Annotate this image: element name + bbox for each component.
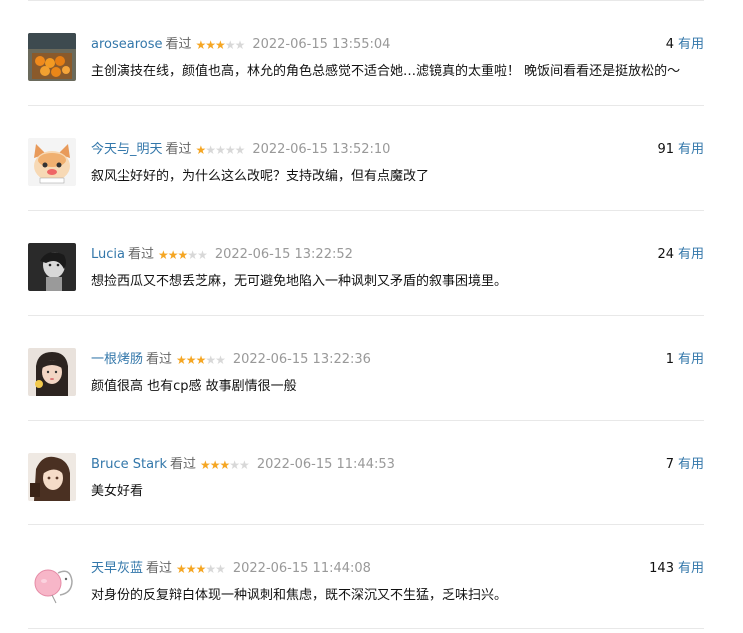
watch-status: 看过	[146, 352, 173, 367]
rating-stars: ★★★★★	[199, 458, 250, 472]
useful-button[interactable]: 有用	[678, 457, 704, 472]
comment-info: arosearose 看过 ★★★★★ 2022-06-15 13:55:04	[91, 36, 390, 55]
username-link[interactable]: arosearose	[91, 37, 163, 52]
votes: 24 有用	[657, 246, 704, 264]
rating-stars: ★★★★★	[176, 562, 226, 576]
oranges-avatar[interactable]	[28, 33, 76, 81]
comment-text: 主创演技在线，颜值也高，林允的角色总感觉不适合她…滤镜真的太重啦！ 晚饭间看看还…	[91, 64, 681, 79]
rating-stars: ★★★★★	[195, 143, 246, 157]
comment-text: 对身份的反复辩白体现一种讽刺和焦虑，既不深沉又不生猛，乏味扫兴。	[91, 588, 508, 603]
girl-avatar[interactable]	[28, 348, 76, 396]
comment-time: 2022-06-15 11:44:53	[256, 457, 395, 472]
comment-item: Lucia 看过 ★★★★★ 2022-06-15 13:22:52 24 有用 想捡西…	[28, 210, 704, 314]
list-bottom-divider	[28, 628, 704, 629]
anime-avatar[interactable]	[28, 453, 76, 501]
rating-stars: ★★★★★	[176, 353, 226, 367]
comment-item: Bruce Stark 看过 ★★★★★ 2022-06-15 11:44:53 7有…	[28, 420, 704, 524]
useful-button[interactable]: 有用	[678, 142, 704, 157]
useful-button[interactable]: 有用	[678, 37, 704, 52]
vote-count: 1	[665, 352, 674, 367]
comment-info: 天早灰蓝 看过 ★★★★★ 2022-06-15 11:44:08	[91, 560, 371, 579]
comment-info: 一根烤肠 看过 ★★★★★ 2022-06-15 13:22:36	[91, 351, 371, 370]
votes: 143 有用	[649, 560, 704, 578]
comment-time: 2022-06-15 11:44:08	[232, 561, 371, 576]
username-link[interactable]: 今天与_明天	[91, 142, 163, 157]
votes: 4 有用	[666, 36, 704, 54]
comment-text: 叙风尘好好的，为什么这么改呢？支持改编，但有点魔改了	[91, 169, 430, 184]
comment-time: 2022-06-15 13:22:52	[214, 247, 353, 262]
watch-status: 看过	[165, 142, 192, 157]
votes: 91 有用	[657, 141, 704, 159]
username-link[interactable]: Lucia	[91, 247, 125, 262]
vote-count: 24	[657, 247, 674, 262]
votes: 1 有用	[666, 351, 704, 369]
comment-text: 颜值很高 也有cp感 故事剧情很一般	[91, 379, 297, 394]
comment-item: 一根烤肠 看过 ★★★★★ 2022-06-15 13:22:36 1 有用 颜值很高 …	[28, 315, 704, 419]
watch-status: 看过	[169, 457, 196, 472]
watch-status: 看过	[127, 247, 154, 262]
username-link[interactable]: Bruce Stark	[91, 457, 167, 472]
pink-pig-avatar[interactable]	[28, 557, 76, 605]
useful-button[interactable]: 有用	[678, 247, 704, 262]
comment-time: 2022-06-15 13:55:04	[252, 37, 391, 52]
comment-item: 今天与_明天 看过 ★★★★★ 2022-06-15 13:52:10 91 有用 叙风…	[28, 105, 704, 209]
comment-text: 美女好看	[91, 484, 144, 499]
comment-info: 今天与_明天 看过 ★★★★★ 2022-06-15 13:52:10	[91, 141, 390, 160]
comment-item: 天早灰蓝 看过 ★★★★★ 2022-06-15 11:44:08 143 有用 对身份…	[28, 524, 704, 628]
vote-count: 4	[665, 37, 674, 52]
comment-time: 2022-06-15 13:22:36	[232, 352, 371, 367]
votes: 7 有用	[666, 456, 704, 474]
useful-button[interactable]: 有用	[678, 352, 704, 367]
useful-button[interactable]: 有用	[678, 561, 704, 576]
comment-item: arosearose 看过 ★★★★★ 2022-06-15 13:55:04 4 有用…	[28, 0, 704, 104]
comment-text: 想捡西瓜又不想丢芝麻，无可避免地陷入一种讽刺又矛盾的叙事困境里。	[91, 274, 508, 289]
watch-status: 看过	[165, 37, 192, 52]
comment-info: Lucia 看过 ★★★★★ 2022-06-15 13:22:52	[91, 246, 353, 265]
vote-count: 91	[657, 142, 674, 157]
vote-count: 143	[649, 561, 674, 576]
rating-stars: ★★★★★	[195, 38, 246, 52]
comment-time: 2022-06-15 13:52:10	[252, 142, 391, 157]
username-link[interactable]: 天早灰蓝	[91, 561, 143, 576]
cat-avatar[interactable]	[28, 138, 76, 186]
comment-info: Bruce Stark 看过 ★★★★★ 2022-06-15 11:44:53	[91, 456, 395, 475]
rating-stars: ★★★★★	[158, 248, 208, 262]
vote-count: 7	[665, 457, 674, 472]
watch-status: 看过	[146, 561, 173, 576]
bw-portrait-avatar[interactable]	[28, 243, 76, 291]
username-link[interactable]: 一根烤肠	[91, 352, 143, 367]
